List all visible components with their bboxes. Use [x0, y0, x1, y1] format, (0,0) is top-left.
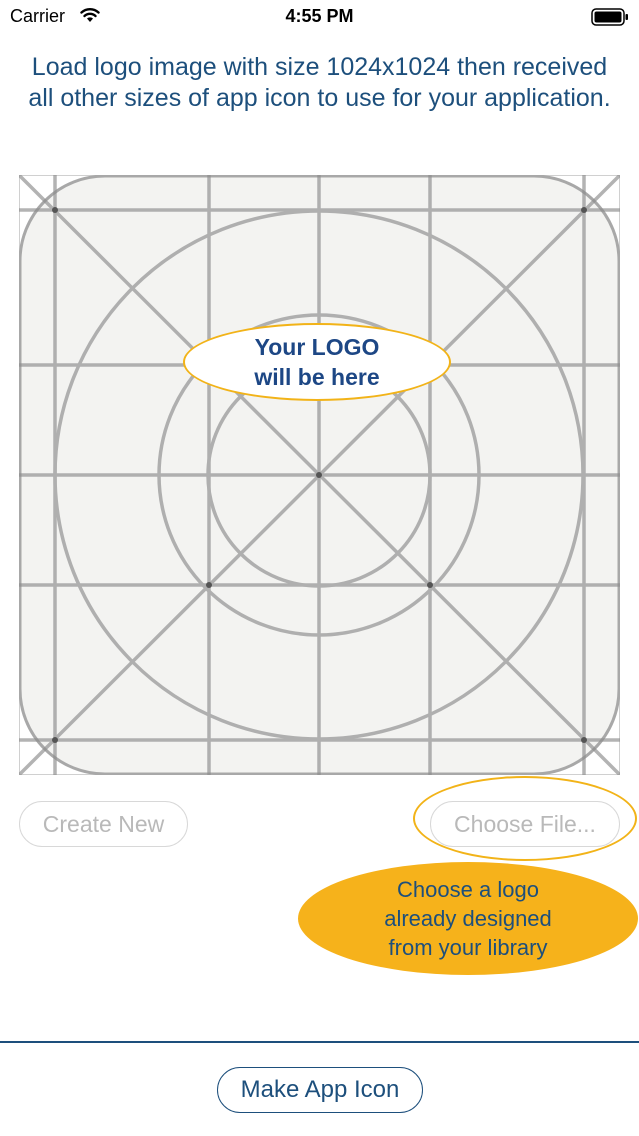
- logo-placeholder-text: Your LOGO will be here: [254, 334, 380, 390]
- choose-file-button[interactable]: Choose File...: [430, 801, 620, 847]
- choose-logo-tip-text: Choose a logo already designed from your…: [384, 877, 552, 960]
- make-app-icon-button[interactable]: Make App Icon: [217, 1067, 423, 1113]
- instructions-text: Load logo image with size 1024x1024 then…: [28, 53, 611, 112]
- clock: 4:55 PM: [285, 6, 354, 26]
- battery-full-icon: [591, 8, 629, 26]
- logo-placeholder-bubble: Your LOGO will be here: [183, 323, 451, 401]
- create-new-button[interactable]: Create New: [19, 801, 188, 847]
- icon-grid-preview: [19, 175, 620, 775]
- status-bar: Carrier 4:55 PM: [0, 0, 639, 34]
- choose-logo-tip-bubble: Choose a logo already designed from your…: [298, 862, 638, 975]
- bottom-divider: [0, 1041, 639, 1043]
